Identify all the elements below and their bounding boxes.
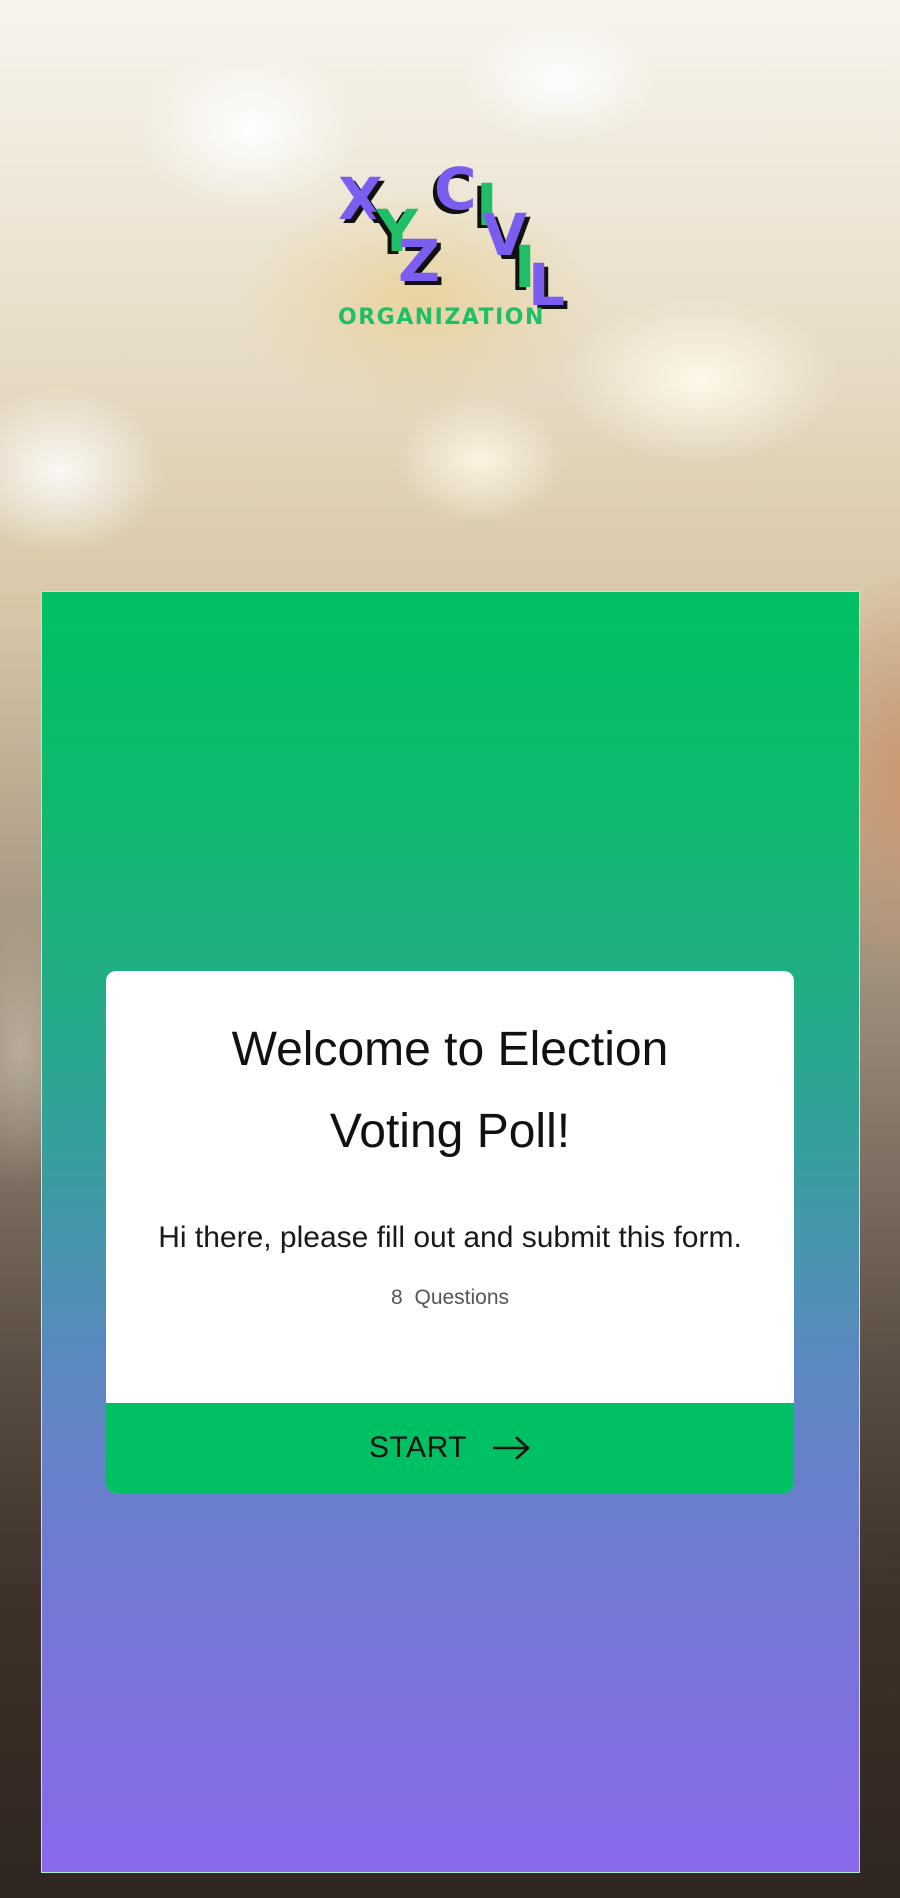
question-count: 8 Questions [106, 1286, 794, 1310]
title-line-1: Welcome to Election [231, 1023, 669, 1076]
question-count-number: 8 [390, 1286, 403, 1309]
organization-logo: X Y Z C I V I L ORGANIZATION [330, 160, 570, 335]
start-button-label: START [368, 1431, 468, 1464]
title-line-2: Voting Poll! [329, 1105, 571, 1158]
welcome-card: Welcome to Election Voting Poll! Hi ther… [106, 971, 794, 1493]
logo-letter-c: C [434, 155, 477, 223]
page-title: Welcome to Election Voting Poll! [106, 1009, 794, 1173]
question-count-label: Questions [414, 1286, 510, 1309]
start-button[interactable]: START [106, 1403, 794, 1493]
form-description: Hi there, please fill out and submit thi… [158, 1221, 742, 1254]
arrow-right-icon [493, 1436, 530, 1460]
logo-letter-z: Z [398, 227, 441, 295]
logo-subtitle: ORGANIZATION [338, 305, 545, 330]
